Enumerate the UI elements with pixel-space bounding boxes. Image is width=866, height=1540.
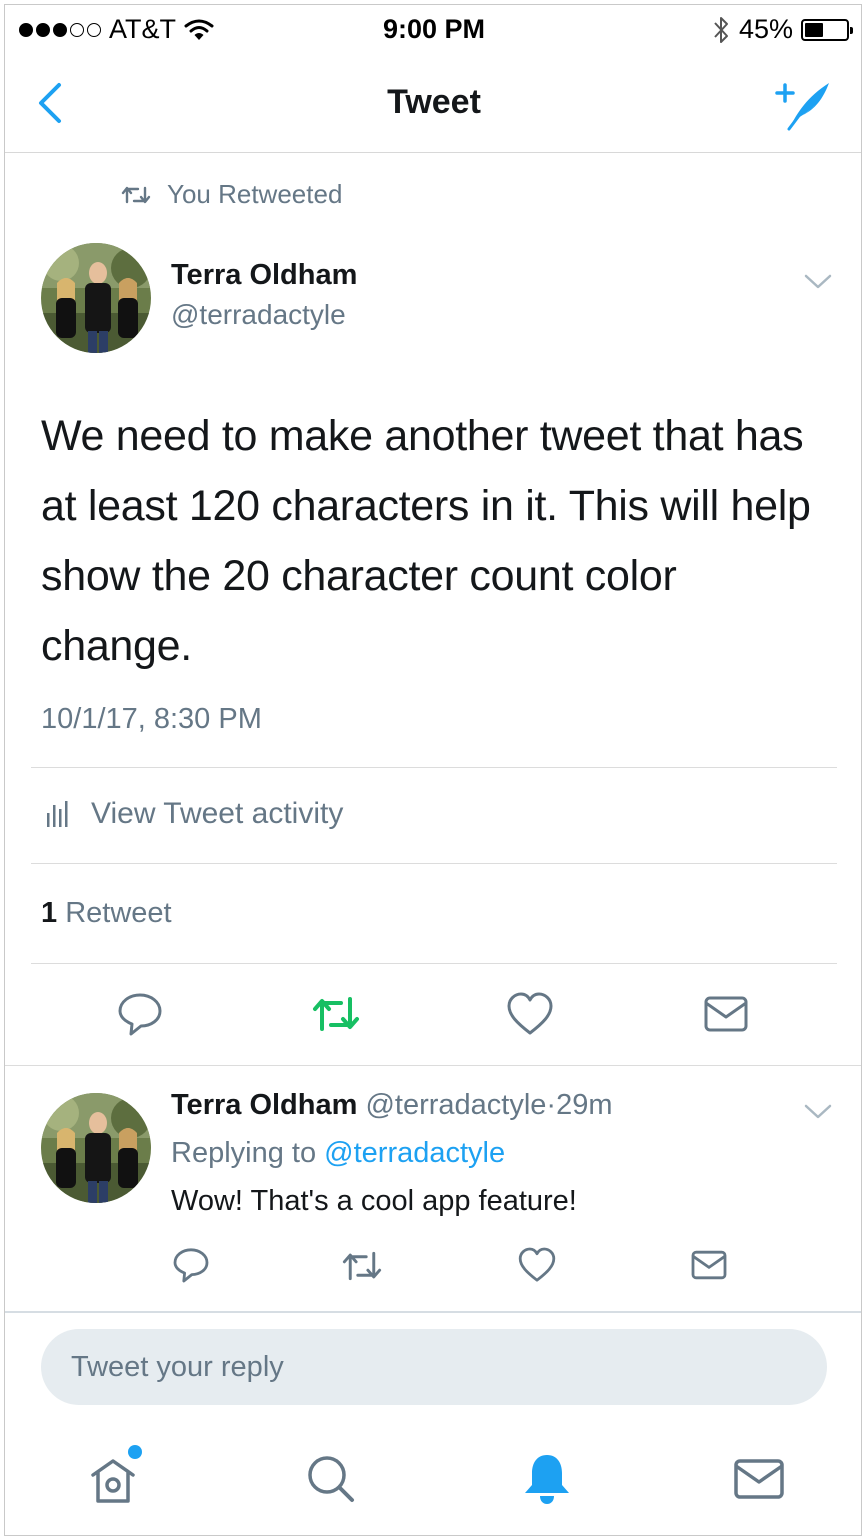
reply-retweet-icon[interactable]: [341, 1245, 383, 1287]
reply-separator: ·: [546, 1089, 557, 1121]
tweet-timestamp: 10/1/17, 8:30 PM: [41, 703, 262, 735]
replying-to-handle-link[interactable]: @terradactyle: [324, 1137, 505, 1169]
compose-tweet-icon[interactable]: [773, 77, 833, 133]
divider: [31, 963, 837, 964]
status-right: 45%: [711, 14, 853, 45]
divider: [5, 1065, 861, 1066]
retweeted-label: You Retweeted: [167, 179, 343, 209]
battery-percent: 45%: [738, 14, 793, 44]
author-handle[interactable]: @terradactyle: [171, 299, 346, 331]
navigation-bar: Tweet: [5, 53, 861, 153]
bluetooth-icon: [714, 16, 728, 43]
reply-text: Wow! That's a cool app feature!: [171, 1185, 577, 1217]
direct-message-icon[interactable]: [701, 989, 751, 1039]
reply-reply-icon[interactable]: [171, 1245, 211, 1285]
battery-icon: [801, 18, 853, 41]
like-heart-icon[interactable]: [505, 989, 555, 1039]
reply-like-heart-icon[interactable]: [517, 1245, 557, 1285]
tab-home[interactable]: [85, 1445, 142, 1507]
retweet-count-link[interactable]: 1 Retweet: [41, 897, 172, 930]
tab-messages[interactable]: [731, 1451, 787, 1507]
replying-to: Replying to @terradactyle: [171, 1137, 505, 1170]
messages-envelope-icon: [734, 1459, 784, 1499]
reply-author-name: Terra Oldham: [171, 1089, 358, 1121]
tweet-text: We need to make another tweet that has a…: [41, 412, 811, 670]
view-tweet-activity-label: View Tweet activity: [91, 797, 344, 830]
reply-icon[interactable]: [115, 989, 165, 1039]
retweet-icon[interactable]: [311, 989, 361, 1039]
home-unread-dot: [128, 1445, 142, 1459]
reply-header[interactable]: Terra Oldham @terradactyle·29m: [171, 1089, 613, 1122]
tab-notifications[interactable]: [519, 1451, 575, 1507]
avatar[interactable]: [41, 243, 151, 353]
retweeted-indicator: You Retweeted: [121, 179, 342, 210]
reply-direct-message-icon[interactable]: [689, 1245, 729, 1285]
reply-avatar[interactable]: [41, 1093, 151, 1203]
retweet-small-icon: [121, 186, 151, 203]
reply-chevron-down-icon[interactable]: [803, 1101, 833, 1121]
search-icon: [308, 1456, 354, 1502]
view-tweet-activity-link[interactable]: View Tweet activity: [45, 797, 343, 831]
page-title: Tweet: [387, 83, 481, 121]
tab-search[interactable]: [303, 1451, 359, 1507]
home-icon: [91, 1459, 135, 1503]
analytics-bars-icon: [47, 801, 68, 827]
retweet-count-value: 1: [41, 897, 58, 929]
author-name[interactable]: Terra Oldham: [171, 259, 357, 292]
divider: [31, 767, 837, 768]
replying-to-prefix: Replying to: [171, 1137, 317, 1169]
divider: [31, 863, 837, 864]
reply-author-handle: @terradactyle: [365, 1089, 547, 1121]
app-frame: AT&T 9:00 PM 45% Tweet You Retweeted Ter…: [4, 4, 862, 1536]
reply-age: 29m: [556, 1089, 613, 1121]
tweet-reply-input[interactable]: [41, 1329, 827, 1405]
notifications-bell-icon: [525, 1455, 569, 1504]
chevron-down-icon[interactable]: [803, 271, 833, 291]
retweet-count-label: Retweet: [65, 897, 172, 929]
status-bar: AT&T 9:00 PM 45%: [5, 5, 861, 53]
